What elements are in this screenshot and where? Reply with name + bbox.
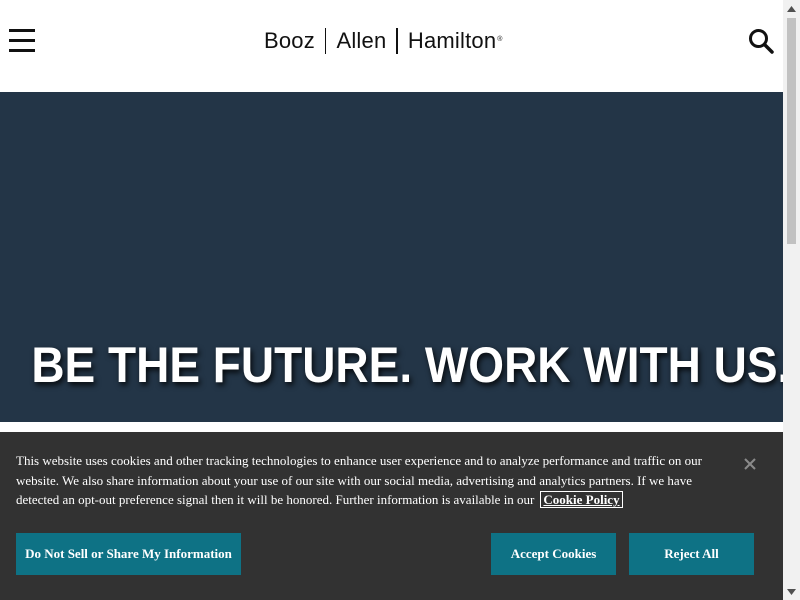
cookie-policy-link[interactable]: Cookie Policy	[540, 491, 623, 508]
logo-word-booz: Booz	[264, 28, 315, 53]
site-header: Booz Allen Hamilton ®	[0, 0, 783, 92]
logo-word-allen: Allen	[336, 28, 387, 53]
scrollbar-thumb[interactable]	[787, 18, 796, 244]
hero-banner: BE THE FUTURE. WORK WITH US.	[0, 92, 791, 422]
scroll-up-arrow-icon[interactable]	[783, 0, 800, 17]
menu-bar-top	[9, 29, 35, 32]
cookie-consent-banner: This website uses cookies and other trac…	[0, 432, 783, 600]
site-logo[interactable]: Booz Allen Hamilton ®	[264, 28, 503, 54]
vertical-scrollbar[interactable]	[783, 0, 800, 600]
accept-cookies-button[interactable]: Accept Cookies	[491, 533, 616, 575]
reject-all-button[interactable]: Reject All	[629, 533, 754, 575]
cookie-notice-text: This website uses cookies and other trac…	[16, 451, 736, 510]
menu-bar-bottom	[9, 49, 35, 52]
hamburger-menu-icon[interactable]	[9, 27, 35, 53]
browser-viewport: Booz Allen Hamilton ® BE THE FUTURE. WOR…	[0, 0, 800, 600]
page-content-strip	[0, 422, 783, 432]
logo-separator	[396, 28, 398, 54]
do-not-sell-button[interactable]: Do Not Sell or Share My Information	[16, 533, 241, 575]
registered-mark: ®	[497, 35, 503, 43]
logo-word-hamilton: Hamilton	[407, 28, 497, 53]
scroll-down-arrow-icon[interactable]	[783, 583, 800, 600]
search-icon[interactable]	[748, 28, 774, 54]
menu-bar-middle	[9, 39, 35, 42]
logo-separator	[324, 28, 327, 54]
hero-title: BE THE FUTURE. WORK WITH US.	[31, 337, 791, 393]
close-icon[interactable]	[742, 456, 758, 472]
